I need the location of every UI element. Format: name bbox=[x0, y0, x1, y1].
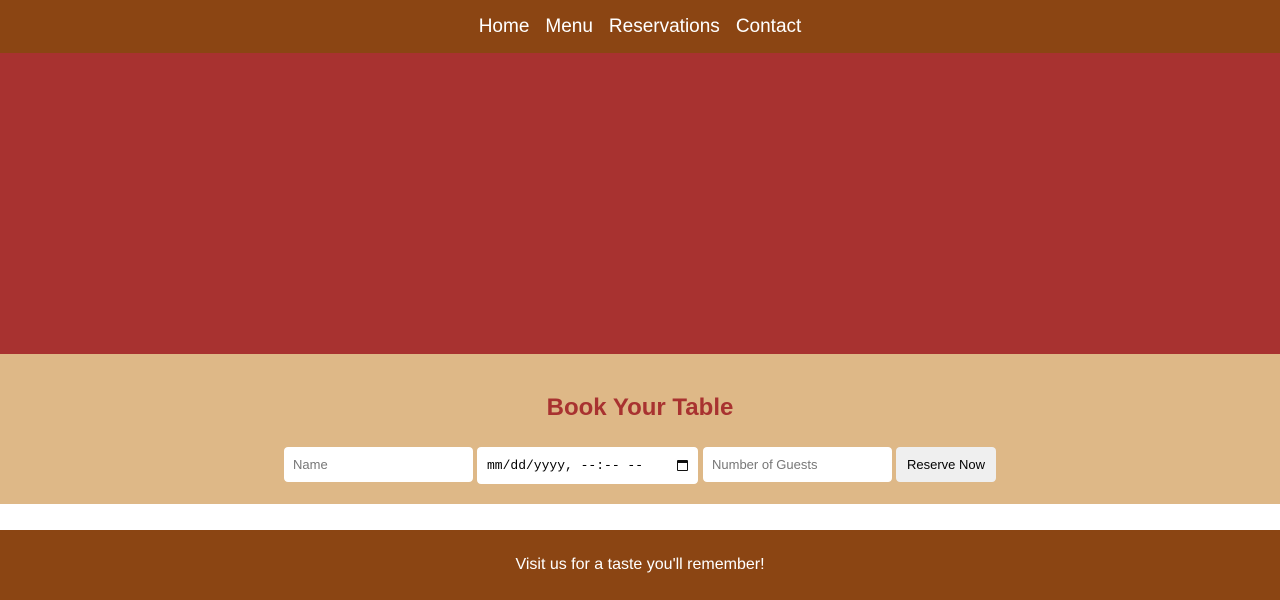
nav-link-reservations[interactable]: Reservations bbox=[609, 17, 720, 36]
booking-title: Book Your Table bbox=[546, 394, 734, 421]
guests-input[interactable] bbox=[703, 447, 892, 482]
footer: Visit us for a taste you'll remember! bbox=[0, 530, 1280, 600]
datetime-placeholder: mm/dd/yyyy, --:-- -- bbox=[487, 458, 644, 473]
hero-banner bbox=[0, 53, 1280, 354]
footer-text: Visit us for a taste you'll remember! bbox=[515, 556, 765, 573]
nav-link-home[interactable]: Home bbox=[479, 17, 530, 36]
datetime-input[interactable]: mm/dd/yyyy, --:-- -- bbox=[477, 447, 698, 484]
reserve-now-button[interactable]: Reserve Now bbox=[896, 447, 996, 482]
nav-link-contact[interactable]: Contact bbox=[736, 17, 801, 36]
booking-section: Book Your Table mm/dd/yyyy, --:-- -- Res… bbox=[0, 354, 1280, 504]
top-navigation: Home Menu Reservations Contact bbox=[0, 0, 1280, 53]
nav-link-menu[interactable]: Menu bbox=[545, 17, 593, 36]
name-input[interactable] bbox=[284, 447, 473, 482]
calendar-icon[interactable] bbox=[677, 460, 688, 471]
